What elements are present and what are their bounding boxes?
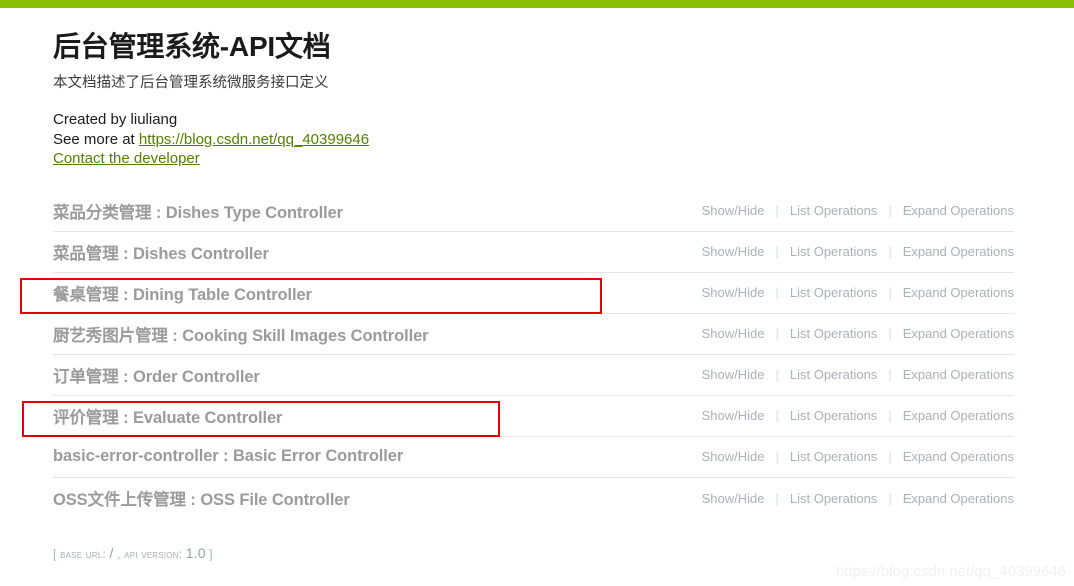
contact-info: Created by liuliang See more at https://… <box>53 110 1074 169</box>
contact-developer-line: Contact the developer <box>53 149 1074 169</box>
resource-row: 菜品分类管理 : Dishes Type Controller Show/Hide… <box>53 191 1014 232</box>
resource-row: 菜品管理 : Dishes Controller Show/Hide | List O… <box>53 232 1014 273</box>
csdn-watermark: https://blog.csdn.net/qq_40399646 <box>835 563 1066 580</box>
resource-row: 厨艺秀图片管理 : Cooking Skill Images Controlle… <box>53 314 1014 355</box>
resource-heading[interactable]: basic-error-controller : Basic Error Con… <box>53 447 403 466</box>
resource-name-separator: : <box>218 447 233 465</box>
resource-operations: Show/Hide | List Operations | Expand Operati… <box>691 326 1014 341</box>
resource-name-separator: : <box>151 203 166 222</box>
footer-close-bracket: ] <box>209 546 213 561</box>
resource-list: 菜品分类管理 : Dishes Type Controller Show/Hide… <box>0 191 1074 519</box>
resource-name-en: Evaluate Controller <box>132 408 283 427</box>
resource-name-separator: : <box>118 244 133 263</box>
resource-name-separator: : <box>118 285 133 304</box>
resource-operations: Show/Hide | List Operations | Expand Operati… <box>691 491 1014 506</box>
list-operations-link[interactable]: List Operations <box>779 285 888 300</box>
see-more-line: See more at https://blog.csdn.net/qq_403… <box>53 130 1074 150</box>
show-hide-link[interactable]: Show/Hide <box>691 203 776 218</box>
resource-row: 餐桌管理 : Dining Table Controller Show/Hide |… <box>53 273 1014 314</box>
resource-heading[interactable]: 菜品管理 : Dishes Controller <box>53 240 269 264</box>
resource-name-zh: 餐桌管理 <box>53 285 119 304</box>
footer-colon-2: : <box>178 546 186 561</box>
api-version-value: 1.0 <box>185 544 206 561</box>
resource-heading[interactable]: OSS文件上传管理 : OSS File Controller <box>53 486 350 510</box>
list-operations-link[interactable]: List Operations <box>779 203 888 218</box>
resource-name-en: Order Controller <box>132 367 260 386</box>
resource-name-en: Basic Error Controller <box>232 447 404 465</box>
resource-row: OSS文件上传管理 : OSS File Controller Show/Hide… <box>53 478 1014 519</box>
see-more-prefix: See more at <box>53 130 139 148</box>
resource-name-en: Cooking Skill Images Controller <box>182 326 429 345</box>
resource-name-en: OSS File Controller <box>200 491 350 509</box>
resource-heading[interactable]: 订单管理 : Order Controller <box>53 363 260 387</box>
resource-row: 订单管理 : Order Controller Show/Hide | List Op… <box>53 355 1014 396</box>
resource-name-separator: : <box>185 491 201 509</box>
show-hide-link[interactable]: Show/Hide <box>691 326 776 341</box>
resource-operations: Show/Hide | List Operations | Expand Operati… <box>691 367 1014 382</box>
expand-operations-link[interactable]: Expand Operations <box>892 244 1014 259</box>
list-operations-link[interactable]: List Operations <box>779 326 888 341</box>
resource-heading[interactable]: 厨艺秀图片管理 : Cooking Skill Images Controlle… <box>53 322 429 346</box>
see-more-link[interactable]: https://blog.csdn.net/qq_40399646 <box>139 131 369 148</box>
resource-operations: Show/Hide | List Operations | Expand Operati… <box>691 449 1014 464</box>
resource-heading[interactable]: 餐桌管理 : Dining Table Controller <box>53 281 312 305</box>
created-by-text: Created by liuliang <box>53 111 178 128</box>
resource-name-zh: 菜品管理 <box>53 244 119 263</box>
footer-open-bracket: [ <box>53 546 57 561</box>
resource-operations: Show/Hide | List Operations | Expand Operati… <box>691 408 1014 423</box>
show-hide-link[interactable]: Show/Hide <box>691 491 776 506</box>
resource-name-separator: : <box>118 367 133 386</box>
show-hide-link[interactable]: Show/Hide <box>691 449 776 464</box>
resource-operations: Show/Hide | List Operations | Expand Operati… <box>691 285 1014 300</box>
resource-row: 评价管理 : Evaluate Controller Show/Hide | List… <box>53 396 1014 437</box>
resource-name-separator: : <box>167 326 183 345</box>
list-operations-link[interactable]: List Operations <box>779 449 888 464</box>
expand-operations-link[interactable]: Expand Operations <box>892 203 1014 218</box>
show-hide-link[interactable]: Show/Hide <box>691 285 776 300</box>
resource-operations: Show/Hide | List Operations | Expand Operati… <box>691 203 1014 218</box>
show-hide-link[interactable]: Show/Hide <box>691 367 776 382</box>
resource-name-zh: 厨艺秀图片管理 <box>53 326 168 345</box>
resource-name-zh: 菜品分类管理 <box>53 203 152 222</box>
expand-operations-link[interactable]: Expand Operations <box>892 367 1014 382</box>
expand-operations-link[interactable]: Expand Operations <box>892 449 1014 464</box>
resource-name-zh: basic-error-controller <box>53 447 219 465</box>
resource-name-zh: 订单管理 <box>53 367 119 386</box>
footer-comma: , <box>113 546 125 561</box>
resource-operations: Show/Hide | List Operations | Expand Operati… <box>691 244 1014 259</box>
api-description: 本文档描述了后台管理系统微服务接口定义 <box>53 75 329 91</box>
list-operations-link[interactable]: List Operations <box>779 491 888 506</box>
list-operations-link[interactable]: List Operations <box>779 367 888 382</box>
resource-row: basic-error-controller : Basic Error Con… <box>53 437 1014 478</box>
resource-name-en: Dining Table Controller <box>132 285 312 304</box>
resource-name-en: Dishes Controller <box>132 244 269 263</box>
resource-heading[interactable]: 评价管理 : Evaluate Controller <box>53 404 282 428</box>
page-title: 后台管理系统-API文档 <box>53 31 331 62</box>
resource-name-separator: : <box>118 408 133 427</box>
resource-name-zh: 评价管理 <box>53 408 119 427</box>
resource-heading[interactable]: 菜品分类管理 : Dishes Type Controller <box>53 199 343 223</box>
api-info-block: 后台管理系统-API文档 本文档描述了后台管理系统微服务接口定义 Created… <box>0 8 1074 169</box>
list-operations-link[interactable]: List Operations <box>779 244 888 259</box>
list-operations-link[interactable]: List Operations <box>779 408 888 423</box>
expand-operations-link[interactable]: Expand Operations <box>892 408 1014 423</box>
api-version-label: api version <box>124 546 179 561</box>
swagger-page: 后台管理系统-API文档 本文档描述了后台管理系统微服务接口定义 Created… <box>0 8 1074 561</box>
expand-operations-link[interactable]: Expand Operations <box>892 326 1014 341</box>
contact-developer-link[interactable]: Contact the developer <box>53 150 200 167</box>
base-url-label: base url <box>60 546 103 561</box>
show-hide-link[interactable]: Show/Hide <box>691 244 776 259</box>
resource-name-en: Dishes Type Controller <box>165 203 343 222</box>
show-hide-link[interactable]: Show/Hide <box>691 408 776 423</box>
expand-operations-link[interactable]: Expand Operations <box>892 491 1014 506</box>
swagger-top-bar <box>0 0 1074 8</box>
resource-name-zh: OSS文件上传管理 <box>53 491 186 509</box>
expand-operations-link[interactable]: Expand Operations <box>892 285 1014 300</box>
api-footer: [ base url: / , api version: 1.0 ] <box>53 545 1074 561</box>
